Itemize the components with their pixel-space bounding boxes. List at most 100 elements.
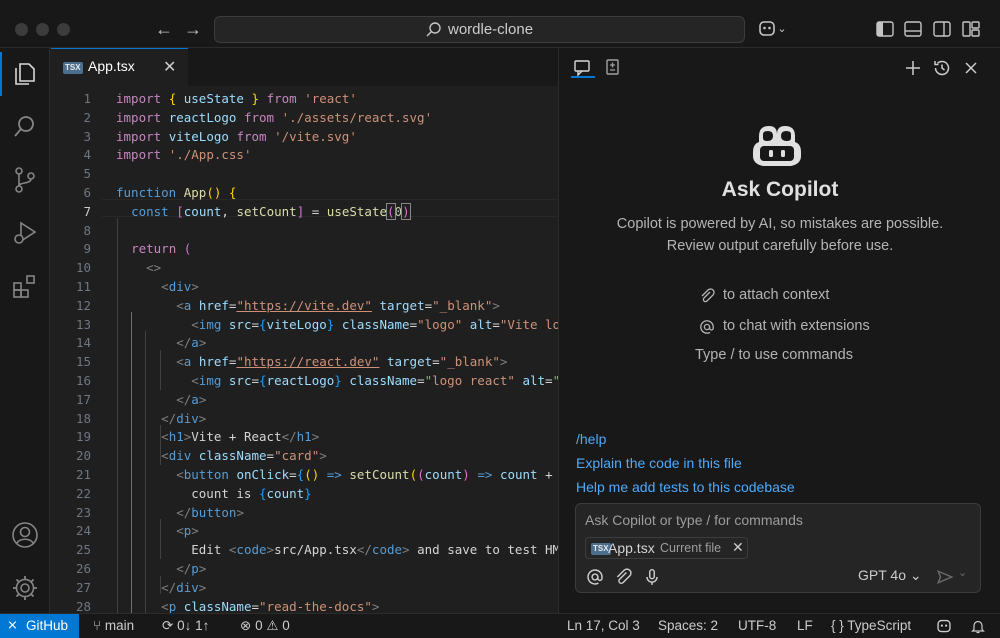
source-control-activity[interactable]	[0, 154, 50, 204]
indentation[interactable]: Spaces: 2	[658, 618, 718, 633]
at-mention-icon[interactable]	[586, 568, 604, 586]
cursor-position[interactable]: Ln 17, Col 3	[567, 618, 640, 633]
code-line: 22 count is {count}	[75, 485, 312, 501]
code-line: 11 <div>	[75, 279, 199, 294]
tsx-file-icon: TSX	[63, 62, 83, 74]
end-of-line[interactable]: LF	[797, 618, 813, 633]
run-debug-icon	[14, 221, 37, 244]
window-close-dot[interactable]	[15, 23, 28, 36]
close-icon[interactable]	[960, 57, 982, 79]
search-activity[interactable]	[0, 101, 50, 151]
extensions-activity[interactable]	[0, 260, 50, 310]
code-line: 16 <img src={reactLogo} className="logo …	[75, 373, 558, 388]
code-line: 21 <button onClick={() => setCount((coun…	[75, 467, 553, 482]
code-line: 8	[83, 222, 91, 238]
problems-indicator[interactable]: ⊗ 0 ⚠ 0	[240, 618, 290, 634]
code-line: 27 </div>	[75, 579, 207, 595]
active-tab-indicator	[571, 76, 595, 78]
copilot-status-icon[interactable]	[935, 618, 953, 635]
source-control-icon	[15, 167, 35, 193]
activity-bar	[0, 48, 50, 613]
code-line: 18 </div>	[75, 410, 207, 426]
code-line: 14 </a>	[75, 335, 207, 351]
suggestion-help[interactable]: /help	[576, 431, 606, 447]
git-branch-icon: ⑂	[93, 618, 102, 633]
account-icon	[12, 522, 38, 548]
copilot-edits-icon[interactable]	[602, 57, 624, 79]
context-file-chip[interactable]: TSX App.tsx Current file ✕	[585, 537, 748, 559]
context-file-label: Current file	[660, 541, 722, 555]
editor-tabs: TSX App.tsx ✕	[51, 48, 558, 86]
bell-icon[interactable]	[970, 618, 986, 635]
at-icon	[700, 320, 714, 334]
code-line: 25 Edit <code>src/App.tsx</code> and sav…	[75, 542, 558, 558]
tab-label: App.tsx	[88, 58, 135, 74]
suggestion-explain-code[interactable]: Explain the code in this file	[576, 455, 742, 471]
code-line: 4 import './App.css'	[83, 147, 252, 163]
code-line: 17 </a>	[75, 391, 207, 407]
plus-icon[interactable]	[902, 57, 924, 79]
chevron-down-icon: ⌄	[909, 567, 922, 583]
toggle-secondary-sidebar-icon[interactable]	[932, 19, 952, 39]
error-icon: ⊗	[240, 618, 252, 633]
hint-chat-extensions: to chat with extensions	[700, 318, 870, 334]
window-maximize-dot[interactable]	[57, 23, 70, 36]
command-center-text: wordle-clone	[448, 21, 534, 38]
suggestion-add-tests[interactable]: Help me add tests to this codebase	[576, 479, 795, 495]
run-debug-activity[interactable]	[0, 207, 50, 257]
code-line: 26 </p>	[75, 561, 207, 576]
attach-paperclip-icon[interactable]	[614, 568, 632, 586]
code-line: 6 function App() {	[83, 185, 237, 200]
send-icon[interactable]	[936, 568, 954, 586]
manage-activity[interactable]	[0, 562, 50, 612]
toggle-panel-icon[interactable]	[903, 19, 923, 39]
code-line: 20 <div className="card">	[75, 448, 327, 464]
customize-layout-icon[interactable]	[961, 19, 981, 39]
tab-app-tsx[interactable]: TSX App.tsx ✕	[51, 48, 188, 86]
remove-context-icon[interactable]: ✕	[732, 539, 744, 556]
chat-input-box[interactable]: Ask Copilot or type / for commands TSX A…	[575, 503, 981, 593]
remote-indicator[interactable]: ⨯ GitHub	[0, 614, 79, 638]
accounts-activity[interactable]	[0, 509, 50, 559]
close-icon[interactable]: ✕	[163, 57, 176, 77]
command-center-search[interactable]: wordle-clone	[214, 16, 745, 43]
back-arrow-icon[interactable]: ←	[153, 17, 175, 41]
send-options-chevron-icon[interactable]: ⌄	[958, 566, 967, 579]
branch-indicator[interactable]: ⑂ main	[93, 618, 134, 633]
warning-icon: ⚠	[266, 618, 279, 633]
code-line: 23 </button>	[75, 504, 244, 520]
sync-indicator[interactable]: ⟳ 0↓ 1↑	[162, 618, 209, 634]
history-icon[interactable]	[931, 57, 953, 79]
explorer-activity[interactable]	[0, 48, 50, 98]
title-bar: ← → wordle-clone ⌄	[0, 0, 1000, 48]
code-line: 9 return (	[83, 241, 192, 257]
chat-title: Ask Copilot	[721, 178, 839, 201]
model-picker[interactable]: GPT 4o ⌄	[858, 567, 922, 584]
window-minimize-dot[interactable]	[36, 23, 49, 36]
context-file-name: App.tsx	[608, 540, 655, 556]
copilot-menu-icon[interactable]	[757, 19, 777, 39]
forward-arrow-icon[interactable]: →	[182, 17, 204, 41]
chevron-down-icon[interactable]: ⌄	[775, 17, 789, 41]
language-mode[interactable]: { } TypeScript	[831, 618, 911, 633]
code-line: 15 <a href="https://react.dev" target="_…	[75, 354, 508, 370]
toggle-primary-sidebar-icon[interactable]	[875, 19, 895, 39]
code-line: 2 import reactLogo from './assets/react.s…	[83, 109, 433, 125]
code-line: 1 import { useState } from 'react'	[83, 91, 357, 106]
code-line: 24 <p>	[75, 523, 199, 539]
chat-description: Copilot is powered by AI, so mistakes ar…	[616, 216, 944, 254]
remote-icon: ⨯	[7, 617, 18, 632]
editor-area: TSX App.tsx ✕ 1 import { useState } from …	[51, 48, 558, 613]
copilot-logo-icon	[753, 126, 801, 166]
search-icon	[426, 22, 441, 37]
code-line: 7 const [count, setCount] = useState(0)	[83, 202, 411, 220]
code-editor[interactable]: 1 import { useState } from 'react' 2 impor…	[51, 86, 558, 613]
copilot-chat-panel: Ask Copilot Copilot is powered by AI, so…	[558, 48, 1000, 613]
code-line: 12 <a href="https://vite.dev" target="_b…	[75, 297, 500, 313]
code-line: 13 <img src={viteLogo} className="logo" …	[75, 316, 558, 332]
microphone-icon[interactable]	[643, 568, 661, 586]
code-line: 10 <>	[75, 260, 162, 276]
chat-input-placeholder[interactable]: Ask Copilot or type / for commands	[585, 512, 803, 528]
encoding[interactable]: UTF-8	[738, 618, 776, 633]
files-icon	[15, 63, 35, 85]
